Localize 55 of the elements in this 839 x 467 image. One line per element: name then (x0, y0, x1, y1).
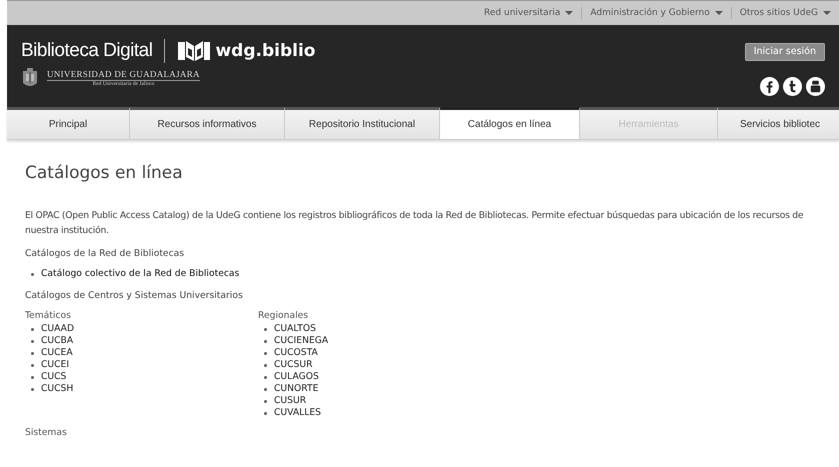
bullet-icon (31, 340, 34, 342)
catalog-link[interactable]: CUCS (41, 371, 66, 383)
catalog-link[interactable]: CUVALLES (274, 407, 321, 419)
bullet-icon (31, 364, 34, 366)
catalog-link[interactable]: Catálogo colectivo de la Red de Bibliotecas (41, 268, 240, 280)
group-title: Temáticos (25, 310, 72, 322)
section-heading: Catálogos de la Red de Bibliotecas (25, 248, 186, 260)
page-title: Catálogos en línea (25, 162, 184, 184)
facebook-icon[interactable] (760, 77, 779, 96)
catalog-link[interactable]: CUSUR (274, 395, 306, 407)
bullet-icon (31, 376, 34, 378)
bullet-icon (31, 328, 34, 330)
bullet-icon (264, 352, 267, 354)
bullet-icon (264, 412, 267, 414)
catalog-link[interactable]: CUCSUR (274, 359, 312, 371)
group-title: Regionales (258, 310, 310, 322)
bullet-icon (31, 272, 34, 276)
catalog-link[interactable]: CUCEA (41, 347, 73, 359)
bullet-icon (264, 328, 267, 330)
catalog-link[interactable]: CUAAD (41, 323, 74, 335)
caret-icon (714, 11, 723, 15)
catalog-link[interactable]: CUCEI (41, 359, 70, 371)
video-icon[interactable] (806, 77, 825, 96)
catalog-link[interactable]: CUCOSTA (274, 347, 318, 359)
catalog-link[interactable]: CULAGOS (274, 371, 319, 383)
nav-link[interactable]: Red universitaria (476, 7, 582, 19)
nav-tab[interactable]: Servicios bibliotec (718, 107, 839, 139)
logo-text: wdg.biblio (215, 41, 316, 61)
twitter-icon[interactable] (783, 77, 802, 96)
crest-icon (21, 67, 39, 89)
catalog-link[interactable]: CUCIENEGA (274, 335, 328, 347)
intro-paragraph: El OPAC (Open Public Access Catalog) de la UdeG contiene los registros bibliográficos de toda la Red de Bibliotecas. Permite efectuar búsquedas para ubicación de los recursos de nuestra institución. (25, 209, 804, 238)
site-title: Biblioteca Digital (21, 40, 152, 62)
bullet-icon (31, 388, 34, 390)
bullet-icon (264, 364, 267, 366)
catalog-link[interactable]: CUCBA (41, 335, 74, 347)
section-heading: Catálogos de Centros y Sistemas Universitarios (25, 290, 244, 302)
catalog-link[interactable]: CUNORTE (274, 383, 318, 395)
nav-link[interactable]: Administración y Gobierno (581, 7, 731, 19)
book-icon (177, 40, 212, 62)
university-name: UNIVERSIDAD DE GUADALAJARA (47, 68, 200, 80)
catalog-link[interactable]: CUCSH (41, 383, 74, 395)
catalog-link[interactable]: CUALTOS (274, 323, 316, 335)
nav-link[interactable]: Otros sitios UdeG (730, 7, 839, 19)
nav-tab[interactable]: Catálogos en línea (440, 107, 580, 139)
bullet-icon (264, 388, 267, 390)
section-heading: Sistemas (25, 427, 68, 439)
bullet-icon (264, 400, 267, 402)
nav-tab[interactable]: Principal (7, 107, 130, 139)
caret-icon (823, 11, 831, 15)
nav-tab[interactable]: Recursos informativos (130, 107, 285, 139)
bullet-icon (264, 376, 267, 378)
caret-icon (565, 11, 574, 15)
bullet-icon (264, 340, 267, 342)
bullet-icon (31, 352, 34, 354)
